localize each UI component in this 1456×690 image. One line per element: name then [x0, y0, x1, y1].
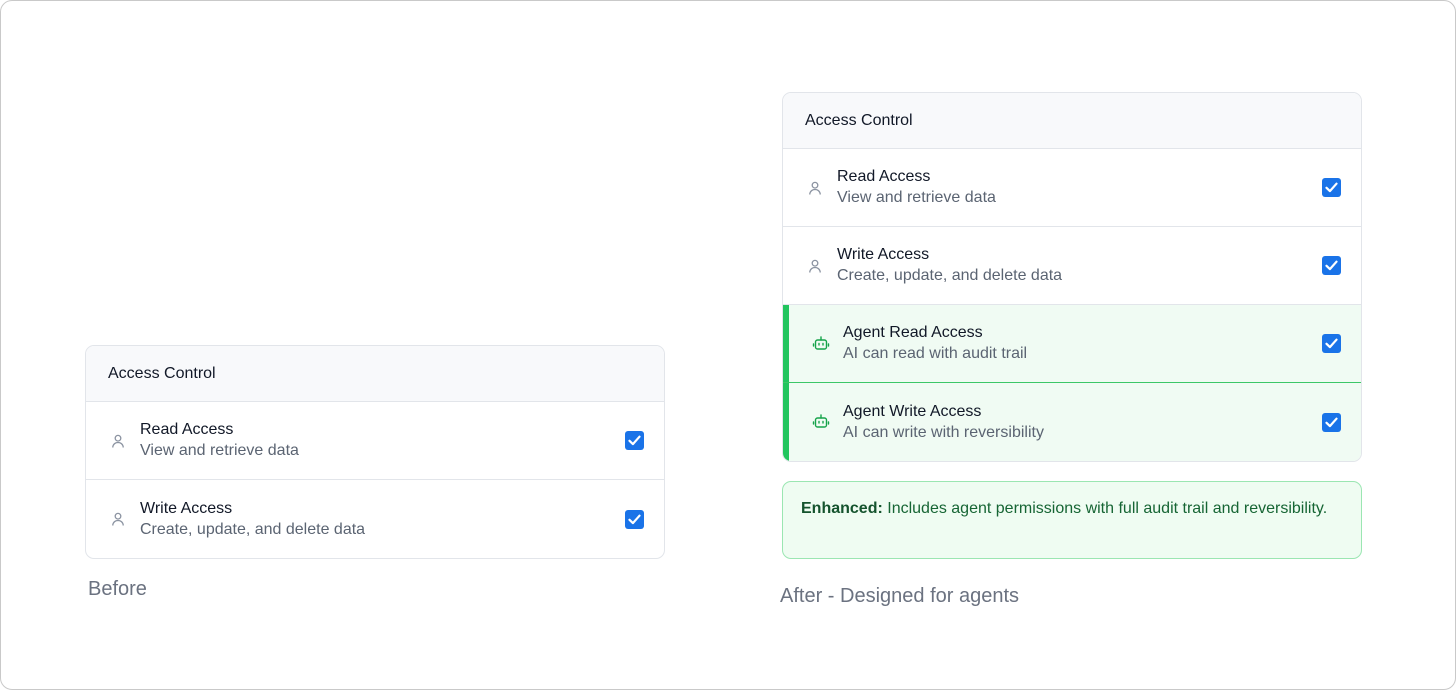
- permission-title: Write Access: [140, 499, 233, 517]
- agent-read-access-checkbox[interactable]: [1322, 334, 1341, 353]
- enhanced-note: Enhanced: Includes agent permissions wit…: [782, 481, 1362, 559]
- permission-description: AI can read with audit trail: [843, 345, 1028, 362]
- read-access-checkbox[interactable]: [1322, 178, 1341, 197]
- user-icon: [805, 256, 825, 276]
- permission-title: Write Access: [837, 246, 930, 263]
- user-icon: [805, 178, 825, 198]
- permission-title: Agent Read Access: [843, 324, 983, 341]
- user-icon: [108, 509, 128, 529]
- note-text: Includes agent permissions with full aud…: [882, 500, 1328, 517]
- panel-header: Access Control: [783, 93, 1361, 149]
- permission-title: Read Access: [140, 421, 234, 438]
- write-access-checkbox[interactable]: [1322, 256, 1341, 275]
- panel-header: Access Control: [86, 346, 664, 402]
- permission-row-write-access[interactable]: Write Access Create, update, and delete …: [86, 480, 664, 558]
- access-control-panel-after: Access Control Read Access View and retr…: [782, 92, 1362, 462]
- permission-title: Read Access: [837, 168, 931, 185]
- robot-icon: [811, 334, 831, 354]
- permission-title: Agent Write Access: [843, 402, 982, 420]
- permission-description: View and retrieve data: [140, 442, 299, 459]
- write-access-checkbox[interactable]: [625, 509, 644, 529]
- agent-write-access-checkbox[interactable]: [1322, 412, 1341, 432]
- before-caption: Before: [88, 578, 147, 600]
- permission-description: Create, update, and delete data: [140, 520, 366, 538]
- permission-row-agent-write-access[interactable]: Agent Write Access AI can write with rev…: [783, 383, 1361, 461]
- permission-row-read-access[interactable]: Read Access View and retrieve data: [783, 149, 1361, 227]
- permission-description: View and retrieve data: [837, 189, 996, 206]
- permission-row-agent-read-access[interactable]: Agent Read Access AI can read with audit…: [783, 305, 1361, 383]
- permission-description: AI can write with reversibility: [843, 423, 1044, 441]
- user-icon: [108, 431, 128, 451]
- read-access-checkbox[interactable]: [625, 431, 644, 450]
- after-caption: After - Designed for agents: [780, 585, 1020, 607]
- permission-description: Create, update, and delete data: [837, 267, 1063, 284]
- robot-icon: [811, 412, 831, 432]
- access-control-panel-before: Access Control Read Access View and retr…: [85, 345, 665, 559]
- note-label: Enhanced:: [801, 500, 883, 517]
- permission-row-read-access[interactable]: Read Access View and retrieve data: [86, 402, 664, 480]
- permission-row-write-access[interactable]: Write Access Create, update, and delete …: [783, 227, 1361, 305]
